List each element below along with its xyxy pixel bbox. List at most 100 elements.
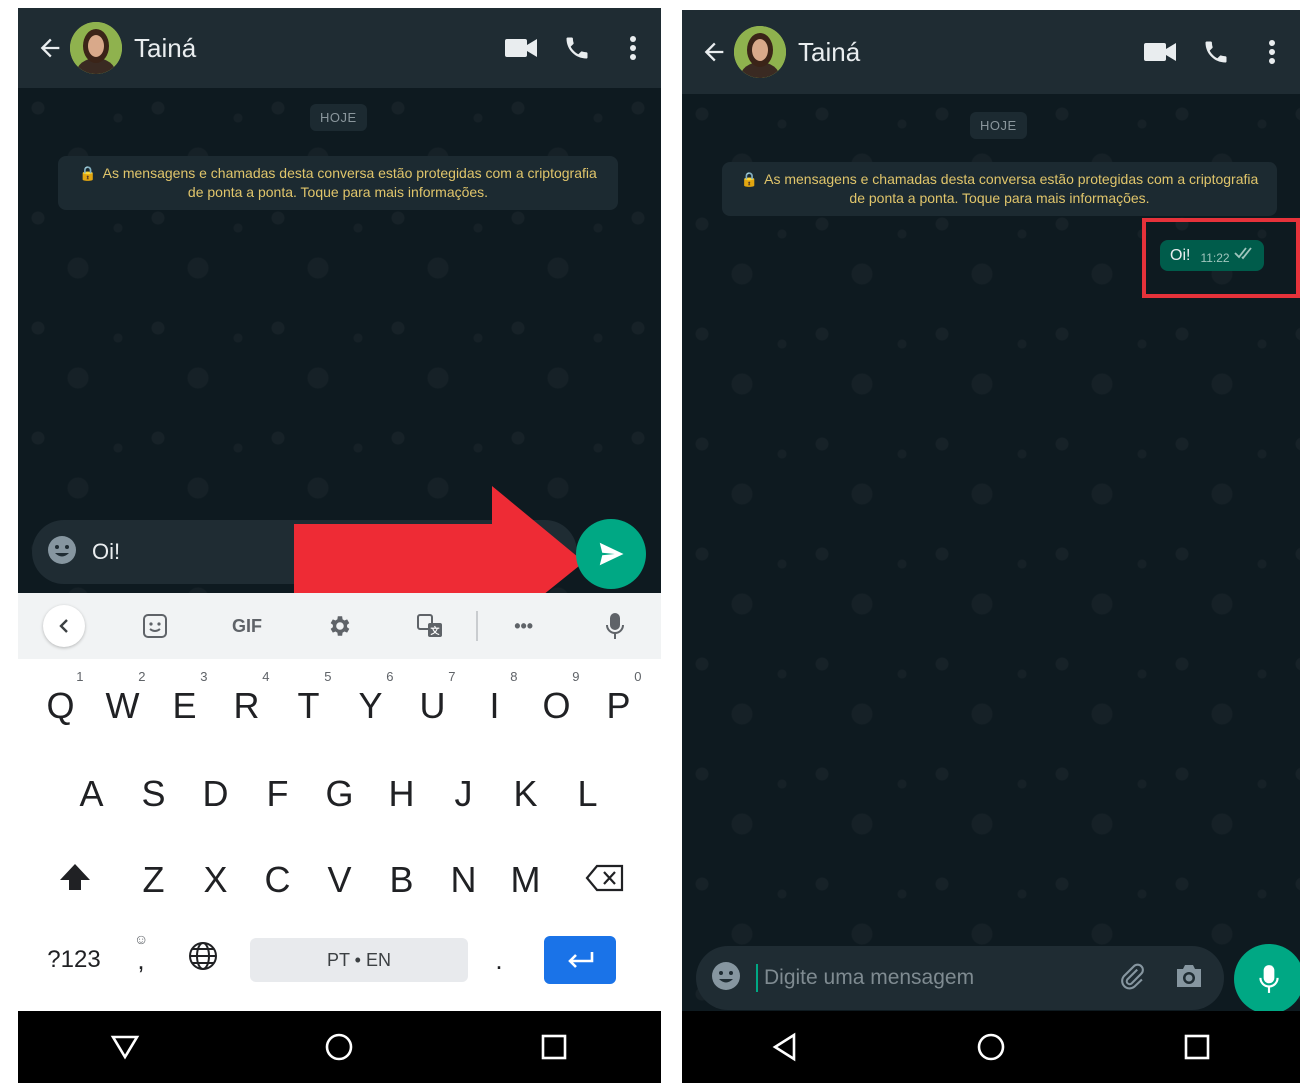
key-label: E	[172, 685, 197, 726]
key-label: I	[489, 685, 500, 726]
encryption-notice[interactable]: 🔒 As mensagens e chamadas desta conversa …	[722, 162, 1277, 216]
comma-key[interactable]: ☺ ,	[110, 931, 172, 976]
key-p[interactable]: 0P	[588, 669, 650, 727]
key-number-hint: 0	[634, 669, 642, 684]
key-u[interactable]: 7U	[402, 669, 464, 727]
message-input-placeholder[interactable]: Digite uma mensagem	[764, 966, 1118, 990]
key-label: P	[606, 685, 631, 726]
back-arrow-icon[interactable]	[30, 28, 70, 68]
key-d[interactable]: D	[185, 773, 247, 815]
key-n[interactable]: N	[433, 859, 495, 901]
encryption-notice-text: As mensagens e chamadas desta conversa e…	[764, 171, 1259, 206]
key-t[interactable]: 5T	[278, 669, 340, 727]
key-number-hint: 1	[76, 669, 84, 684]
sticker-icon[interactable]	[110, 593, 202, 659]
key-row-2: ASDFGHJKL	[18, 773, 661, 815]
date-chip: HOJE	[970, 112, 1027, 139]
video-call-icon[interactable]	[493, 20, 549, 76]
key-number-hint: 5	[324, 669, 332, 684]
key-label: R	[233, 685, 260, 726]
right-phone-screen: Tainá HOJE 🔒 As mensagens e chamadas dest…	[682, 10, 1300, 1083]
nav-home-icon[interactable]	[961, 1017, 1021, 1077]
emoji-icon[interactable]	[710, 960, 742, 997]
video-call-icon[interactable]	[1132, 24, 1188, 80]
nav-home-icon[interactable]	[309, 1017, 369, 1077]
message-input-bar[interactable]: Digite uma mensagem	[696, 946, 1224, 1010]
key-f[interactable]: F	[247, 773, 309, 815]
contact-name[interactable]: Tainá	[798, 37, 1132, 68]
mic-button[interactable]	[1234, 944, 1300, 1014]
key-row-3-letters: ZXCVBNM	[123, 859, 557, 901]
translate-icon[interactable]: 文	[384, 593, 476, 659]
key-l[interactable]: L	[557, 773, 619, 815]
left-phone-screen: Tainá HOJE 🔒 As mensagens e chamadas dest…	[18, 8, 661, 1083]
key-h[interactable]: H	[371, 773, 433, 815]
period-key[interactable]: .	[468, 945, 530, 976]
settings-gear-icon[interactable]	[293, 593, 385, 659]
text-cursor	[756, 964, 758, 992]
key-label: Q	[46, 685, 75, 726]
symbols-key[interactable]: ?123	[38, 946, 110, 974]
key-z[interactable]: Z	[123, 859, 185, 901]
key-label: T	[297, 685, 320, 726]
contact-name[interactable]: Tainá	[134, 33, 493, 64]
key-k[interactable]: K	[495, 773, 557, 815]
nav-back-icon[interactable]	[755, 1017, 815, 1077]
voice-input-mic-icon[interactable]	[569, 593, 661, 659]
voice-call-icon[interactable]	[1188, 24, 1244, 80]
lock-icon: 🔒	[740, 171, 759, 187]
android-nav-bar	[18, 1011, 661, 1083]
key-a[interactable]: A	[61, 773, 123, 815]
key-j[interactable]: J	[433, 773, 495, 815]
encryption-notice[interactable]: 🔒 As mensagens e chamadas desta conversa …	[58, 156, 618, 210]
chevron-left-icon	[59, 619, 68, 633]
key-s[interactable]: S	[123, 773, 185, 815]
key-q[interactable]: 1Q	[30, 669, 92, 727]
key-label: W	[105, 685, 140, 726]
key-g[interactable]: G	[309, 773, 371, 815]
space-bar[interactable]: PT • EN	[250, 938, 468, 982]
key-y[interactable]: 6Y	[340, 669, 402, 727]
key-x[interactable]: X	[185, 859, 247, 901]
back-arrow-icon[interactable]	[694, 32, 734, 72]
key-b[interactable]: B	[371, 859, 433, 901]
message-input[interactable]: Oi!	[92, 539, 120, 565]
key-i[interactable]: 8I	[464, 669, 526, 727]
attach-icon[interactable]	[1118, 962, 1146, 995]
camera-icon[interactable]	[1174, 963, 1204, 994]
contact-avatar[interactable]	[70, 22, 122, 74]
voice-call-icon[interactable]	[549, 20, 605, 76]
contact-avatar[interactable]	[734, 26, 786, 78]
globe-language-icon[interactable]	[172, 939, 234, 981]
nav-recents-icon[interactable]	[1167, 1017, 1227, 1077]
gif-button[interactable]: GIF	[201, 593, 293, 659]
more-vert-icon[interactable]	[605, 20, 661, 76]
enter-key[interactable]	[544, 936, 616, 984]
shift-key[interactable]	[27, 859, 123, 901]
key-r[interactable]: 4R	[216, 669, 278, 727]
date-chip: HOJE	[310, 104, 367, 131]
chat-background: HOJE 🔒 As mensagens e chamadas desta conv…	[682, 94, 1300, 1011]
nav-back-icon[interactable]	[95, 1017, 155, 1077]
key-number-hint: 9	[572, 669, 580, 684]
keyboard-collapse-button[interactable]	[18, 593, 110, 659]
chat-header: Tainá	[18, 8, 661, 88]
more-options-button[interactable]: •••	[478, 593, 570, 659]
key-v[interactable]: V	[309, 859, 371, 901]
key-w[interactable]: 2W	[92, 669, 154, 727]
more-vert-icon[interactable]	[1244, 24, 1300, 80]
key-m[interactable]: M	[495, 859, 557, 901]
mic-icon	[1259, 965, 1279, 993]
key-number-hint: 2	[138, 669, 146, 684]
nav-recents-icon[interactable]	[524, 1017, 584, 1077]
key-label: Y	[358, 685, 383, 726]
key-o[interactable]: 9O	[526, 669, 588, 727]
key-row-1: 1Q2W3E4R5T6Y7U8I9O0P	[18, 669, 661, 727]
send-button[interactable]	[576, 519, 646, 589]
backspace-key[interactable]	[557, 859, 653, 901]
key-label: U	[419, 685, 446, 726]
emoji-icon[interactable]	[46, 534, 78, 571]
key-c[interactable]: C	[247, 859, 309, 901]
key-e[interactable]: 3E	[154, 669, 216, 727]
key-row-3: ZXCVBNM	[18, 859, 661, 901]
